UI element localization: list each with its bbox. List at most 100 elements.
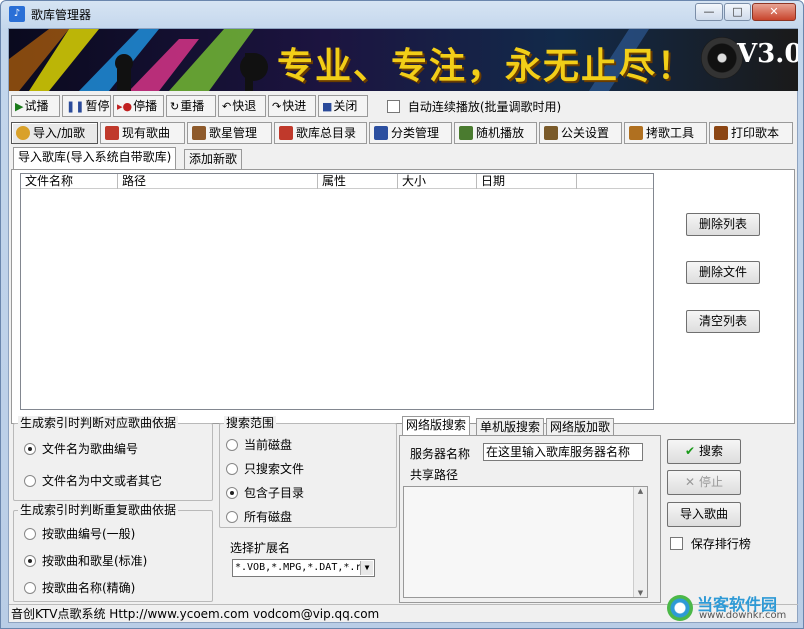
auto-play-option[interactable]: 自动连续播放(批量调歌时用)	[387, 98, 561, 115]
app-icon: ♪	[9, 6, 25, 22]
radio-button[interactable]	[226, 439, 238, 451]
tab-library-catalog[interactable]: 歌库总目录	[274, 122, 367, 144]
close-window-button[interactable]: ✕	[752, 3, 796, 21]
radio-button[interactable]	[226, 487, 238, 499]
replay-icon: ↻	[170, 100, 180, 113]
server-name-label: 服务器名称	[410, 447, 471, 461]
share-path-label: 共享路径	[410, 468, 459, 482]
list-header: 文件名称 路径 属性 大小 日期	[21, 174, 653, 189]
scrollbar[interactable]: ▲ ▼	[633, 487, 647, 597]
subtab-add-new-songs[interactable]: 添加新歌	[184, 149, 243, 169]
search-button[interactable]: ✔ 搜索	[667, 439, 741, 464]
watermark-url: www.downkr.com	[699, 610, 787, 621]
watermark-logo: 当客软件园 www.downkr.com	[649, 589, 799, 623]
forward-button[interactable]: ↷快进	[268, 95, 316, 117]
category-icon	[374, 126, 388, 140]
radio-current-disk[interactable]: 当前磁盘	[226, 436, 292, 453]
search-scope-title: 搜索范围	[224, 416, 277, 430]
radio-button[interactable]	[226, 463, 238, 475]
import-panel: 文件名称 路径 属性 大小 日期 删除列表 删除文件 清空列表	[11, 169, 795, 424]
maximize-button[interactable]: □	[724, 3, 751, 21]
settings-icon	[544, 126, 558, 140]
client-area: 专业、专注，永无止尽！ V3.0 ▶试播 ❚❚暂停 ▸●停播 ↻重播 ↶快退 ↷…	[8, 28, 798, 623]
subtab-import-library[interactable]: 导入歌库(导入系统自带歌库)	[13, 147, 177, 170]
auto-play-label: 自动连续播放(批量调歌时用)	[407, 100, 562, 114]
col-size[interactable]: 大小	[398, 174, 477, 189]
index-basis-group: 生成索引时判断对应歌曲依据 文件名为歌曲编号 文件名为中文或者其它	[13, 416, 213, 501]
stop-search-button[interactable]: ✕ 停止	[667, 470, 741, 495]
clear-list-button[interactable]: 清空列表	[686, 310, 760, 333]
radio-button[interactable]	[24, 555, 36, 567]
radio-filename-chinese[interactable]: 文件名为中文或者其它	[24, 472, 162, 489]
radio-button[interactable]	[226, 511, 238, 523]
banner-slogan: 专业、专注，永无止尽！	[277, 46, 696, 87]
stop-button[interactable]: ▸●停播	[113, 95, 164, 117]
radio-by-song-singer[interactable]: 按歌曲和歌星(标准)	[24, 552, 147, 569]
catalog-icon	[279, 126, 293, 140]
index-basis-title: 生成索引时判断对应歌曲依据	[18, 416, 179, 430]
close-icon: ■	[322, 100, 333, 113]
stop-icon: ▸●	[117, 100, 133, 113]
radio-button[interactable]	[24, 475, 36, 487]
songs-icon	[105, 126, 119, 140]
app-window: ♪ 歌库管理器 — □ ✕ 专业、专注，永无止尽！ V3.0 ▶试播 ❚❚暂停 …	[0, 0, 804, 629]
shuffle-icon	[459, 126, 473, 140]
radio-filename-number[interactable]: 文件名为歌曲编号	[24, 440, 138, 457]
play-icon: ▶	[15, 100, 24, 113]
radio-files-only[interactable]: 只搜索文件	[226, 460, 304, 477]
radio-by-song-name[interactable]: 按歌曲名称(精确)	[24, 579, 135, 596]
tab-singer-management[interactable]: 歌星管理	[187, 122, 272, 144]
tab-random-play[interactable]: 随机播放	[454, 122, 537, 144]
tab-network-search[interactable]: 网络版搜索	[402, 416, 471, 436]
pause-icon: ❚❚	[66, 100, 85, 113]
banner: 专业、专注，永无止尽！ V3.0	[9, 29, 798, 91]
radio-button[interactable]	[24, 443, 36, 455]
import-songs-button[interactable]: 导入歌曲	[667, 502, 741, 527]
tab-standalone-search[interactable]: 单机版搜索	[476, 418, 545, 436]
tab-import[interactable]: 导入/加歌	[11, 122, 98, 144]
tab-existing-songs[interactable]: 现有歌曲	[100, 122, 185, 144]
check-icon: ✔	[685, 444, 696, 458]
play-button[interactable]: ▶试播	[11, 95, 60, 117]
share-path-textarea[interactable]: ▲ ▼	[403, 486, 648, 598]
tab-network-add-songs[interactable]: 网络版加歌	[546, 418, 615, 436]
search-scope-group: 搜索范围 当前磁盘 只搜索文件 包含子目录 所有磁盘	[219, 416, 397, 528]
chevron-down-icon[interactable]: ▼	[360, 561, 373, 575]
close-player-button[interactable]: ■关闭	[318, 95, 368, 117]
duplicate-basis-title: 生成索引时判断重复歌曲依据	[18, 503, 179, 517]
radio-button[interactable]	[24, 582, 36, 594]
save-rank-label: 保存排行榜	[690, 537, 751, 551]
server-name-input[interactable]: 在这里输入歌库服务器名称	[483, 443, 643, 461]
save-rank-checkbox[interactable]	[670, 537, 683, 550]
disc-icon	[16, 126, 30, 140]
x-icon: ✕	[685, 475, 696, 489]
replay-button[interactable]: ↻重播	[166, 95, 216, 117]
tab-print-songbook[interactable]: 打印歌本	[709, 122, 793, 144]
tab-category-management[interactable]: 分类管理	[369, 122, 452, 144]
col-path[interactable]: 路径	[118, 174, 318, 189]
col-date[interactable]: 日期	[477, 174, 577, 189]
save-rank-option[interactable]: 保存排行榜	[670, 535, 751, 552]
rewind-icon: ↶	[222, 100, 232, 113]
radio-button[interactable]	[24, 528, 36, 540]
radio-all-disks[interactable]: 所有磁盘	[226, 508, 292, 525]
window-title: 歌库管理器	[31, 8, 92, 22]
pause-button[interactable]: ❚❚暂停	[62, 95, 111, 117]
radio-include-subdirs[interactable]: 包含子目录	[226, 484, 304, 501]
radio-by-number[interactable]: 按歌曲编号(一般)	[24, 525, 135, 542]
delete-file-button[interactable]: 删除文件	[686, 261, 760, 284]
tab-pr-settings[interactable]: 公关设置	[539, 122, 622, 144]
book-icon	[714, 126, 728, 140]
col-attributes[interactable]: 属性	[318, 174, 398, 189]
delete-list-button[interactable]: 删除列表	[686, 213, 760, 236]
auto-play-checkbox[interactable]	[387, 100, 400, 113]
extension-label: 选择扩展名	[230, 541, 291, 555]
tab-copy-tools[interactable]: 拷歌工具	[624, 122, 707, 144]
copy-icon	[629, 126, 643, 140]
minimize-button[interactable]: —	[695, 3, 723, 21]
col-file-name[interactable]: 文件名称	[21, 174, 118, 189]
rewind-button[interactable]: ↶快退	[218, 95, 266, 117]
file-list[interactable]: 文件名称 路径 属性 大小 日期	[20, 173, 654, 410]
extension-select[interactable]: *.VOB,*.MPG,*.DAT,*.r ▼	[232, 559, 375, 577]
title-bar[interactable]: ♪ 歌库管理器 — □ ✕	[1, 1, 803, 27]
